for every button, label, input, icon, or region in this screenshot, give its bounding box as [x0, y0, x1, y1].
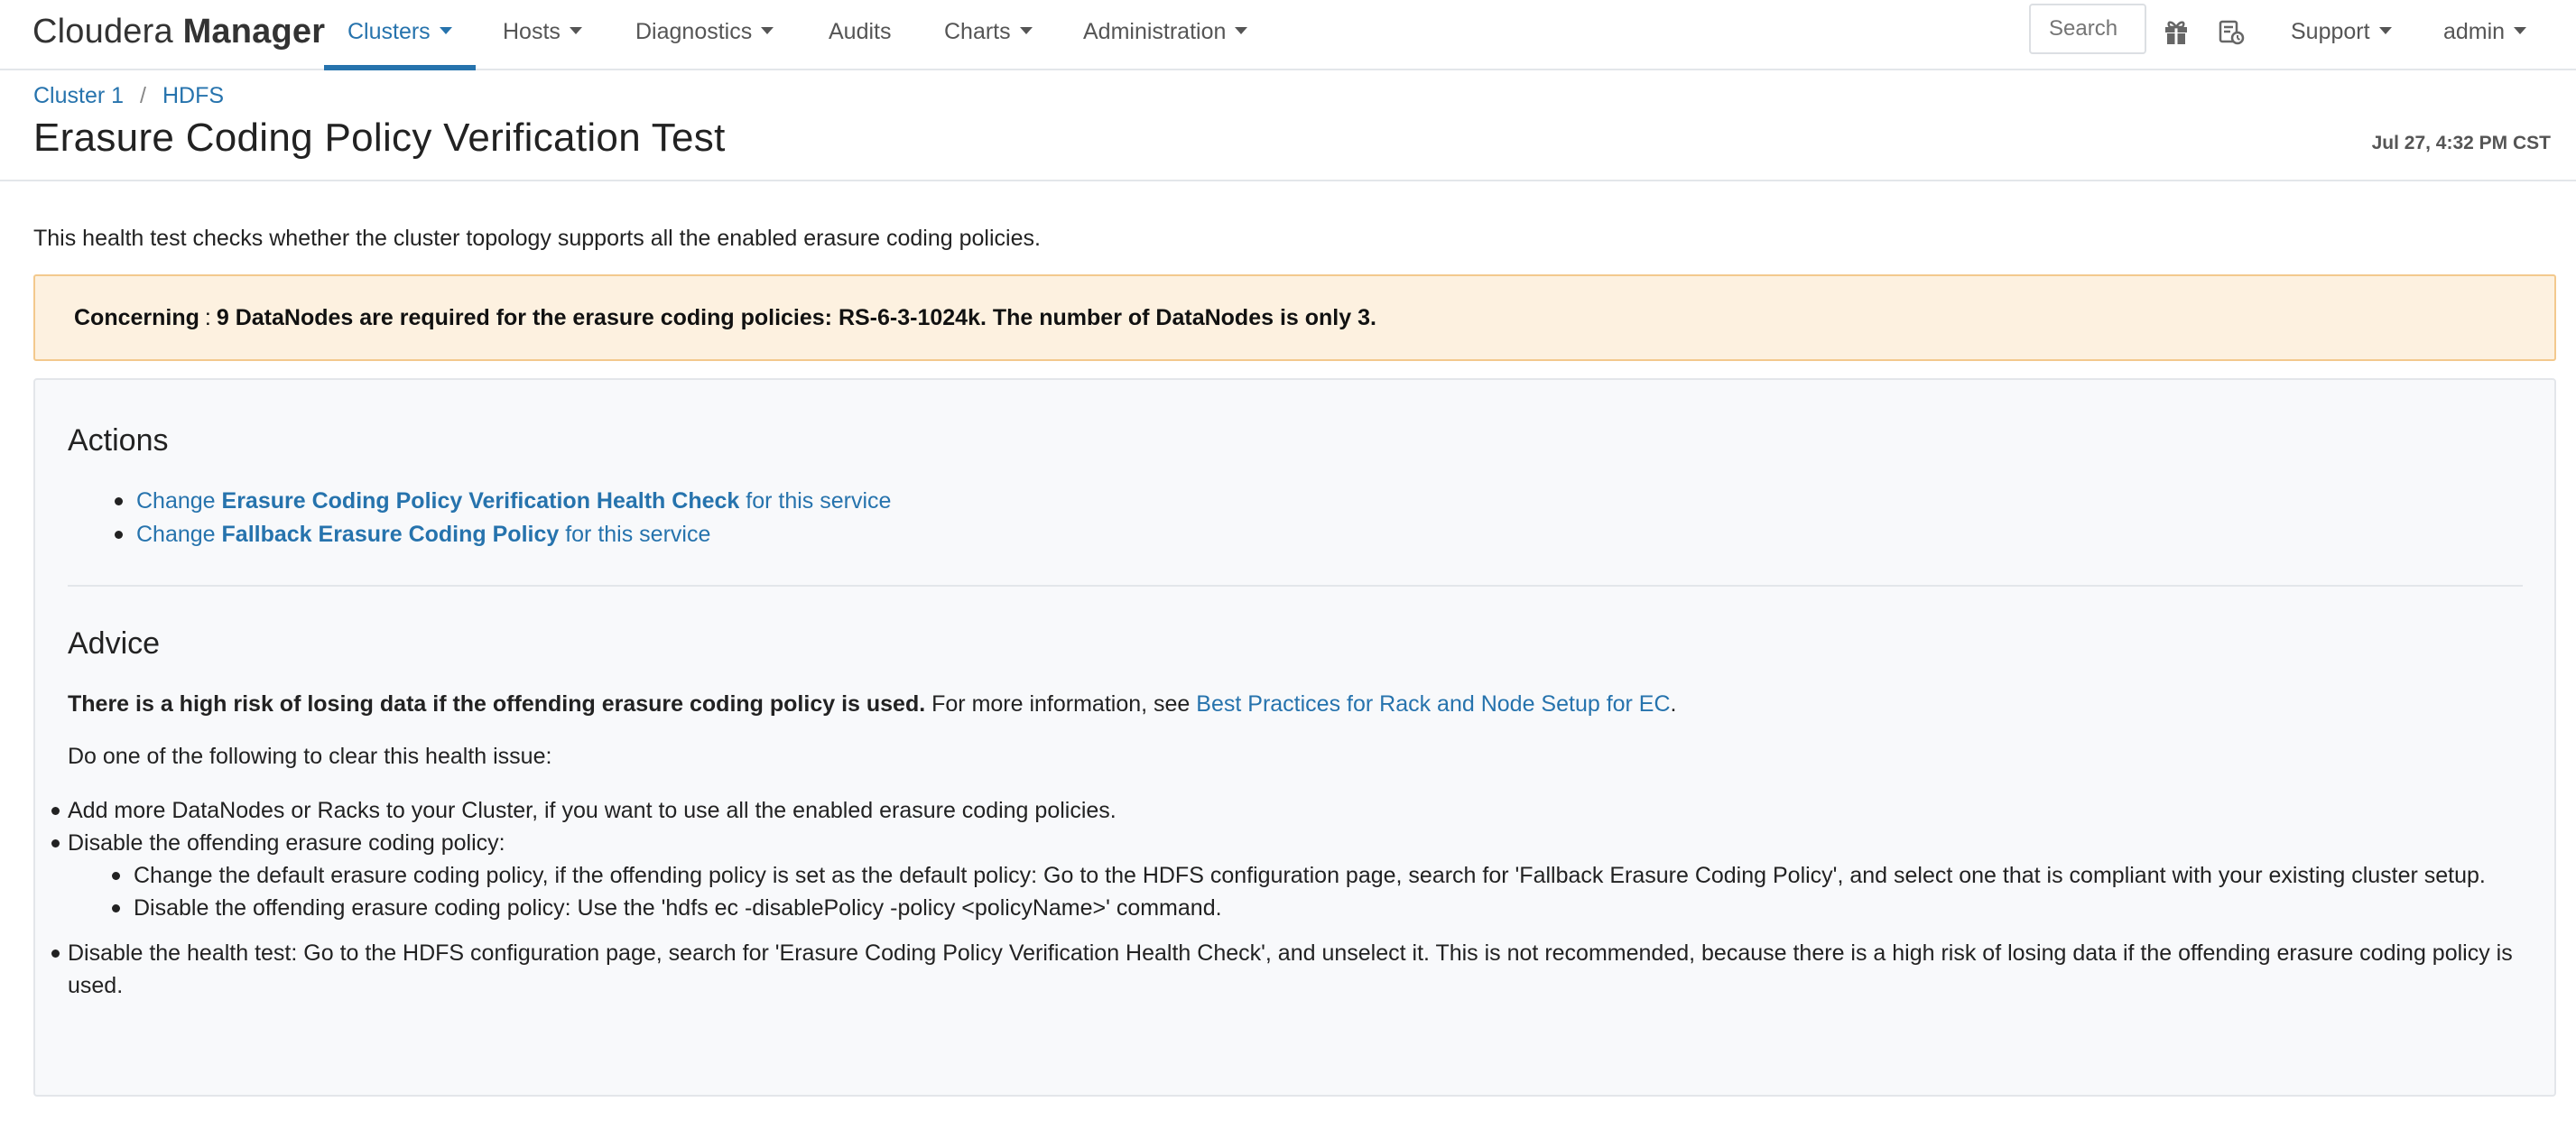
header-divider — [0, 180, 2576, 181]
caret-down-icon — [439, 27, 452, 35]
brand-light: Cloudera — [32, 13, 173, 51]
advice-period: . — [1670, 691, 1677, 717]
advice-subitem: Disable the offending erasure coding pol… — [112, 892, 2523, 924]
health-alert: Concerning:9 DataNodes are required for … — [33, 274, 2556, 361]
gift-icon[interactable] — [2161, 16, 2191, 47]
nav-support[interactable]: Support — [2291, 0, 2392, 69]
action-suffix: for this service — [739, 488, 892, 514]
advice-title: Advice — [68, 626, 161, 661]
action-prefix: Change — [136, 522, 222, 547]
advice-risk-paragraph: There is a high risk of losing data if t… — [68, 691, 1677, 718]
caret-down-icon — [2514, 27, 2527, 35]
action-bold: Fallback Erasure Coding Policy — [221, 522, 560, 547]
best-practices-link[interactable]: Best Practices for Rack and Node Setup f… — [1196, 691, 1670, 717]
action-item: Change Erasure Coding Policy Verificatio… — [114, 485, 891, 518]
nav-hosts[interactable]: Hosts — [503, 0, 582, 69]
nav-clusters[interactable]: Clusters — [324, 0, 476, 70]
nav-audits-label: Audits — [829, 19, 892, 44]
action-link-fallback-ec-policy[interactable]: Change Fallback Erasure Coding Policy fo… — [136, 522, 710, 547]
action-bold: Erasure Coding Policy Verification Healt… — [221, 488, 740, 514]
search-input[interactable] — [2029, 4, 2146, 54]
alert-message: 9 DataNodes are required for the erasure… — [216, 305, 1376, 330]
panel-divider — [68, 585, 2523, 587]
action-suffix: for this service — [559, 522, 711, 547]
action-prefix: Change — [136, 488, 222, 514]
nav-charts[interactable]: Charts — [944, 0, 1033, 69]
advice-item: Add more DataNodes or Racks to your Clus… — [51, 794, 2523, 827]
nav-user-menu[interactable]: admin — [2443, 0, 2527, 69]
nav-audits[interactable]: Audits — [829, 0, 891, 69]
breadcrumb-separator: / — [140, 83, 146, 108]
caret-down-icon — [1019, 27, 1033, 35]
advice-risk-bold: There is a high risk of losing data if t… — [68, 691, 926, 717]
advice-list: Add more DataNodes or Racks to your Clus… — [51, 794, 2523, 1002]
details-panel: Actions Change Erasure Coding Policy Ver… — [33, 378, 2556, 1097]
nav-clusters-label: Clusters — [347, 19, 431, 44]
brand-bold: Manager — [182, 13, 326, 51]
nav-hosts-label: Hosts — [503, 19, 561, 44]
nav-user-label: admin — [2443, 19, 2506, 44]
caret-down-icon — [1235, 27, 1248, 35]
timestamp[interactable]: Jul 27, 4:32 PM CST — [2372, 133, 2551, 154]
nav-charts-label: Charts — [944, 19, 1011, 44]
advice-intro: Do one of the following to clear this he… — [68, 744, 552, 769]
breadcrumb-cluster[interactable]: Cluster 1 — [33, 83, 124, 108]
nav-support-label: Support — [2291, 19, 2370, 44]
caret-down-icon — [2378, 27, 2392, 35]
action-link-ec-verification-check[interactable]: Change Erasure Coding Policy Verificatio… — [136, 488, 891, 514]
nav-diagnostics[interactable]: Diagnostics — [635, 0, 774, 69]
nav-administration-label: Administration — [1083, 19, 1227, 44]
commands-icon[interactable] — [2216, 16, 2247, 47]
advice-item-text: Disable the offending erasure coding pol… — [68, 830, 505, 856]
advice-item: Disable the offending erasure coding pol… — [51, 827, 2523, 924]
breadcrumb-service[interactable]: HDFS — [162, 83, 224, 108]
top-navbar: Cloudera Manager Clusters Hosts Diagnost… — [0, 0, 2576, 70]
caret-down-icon — [569, 27, 582, 35]
breadcrumb: Cluster 1 / HDFS — [33, 83, 224, 109]
alert-severity: Concerning — [74, 305, 199, 330]
advice-more-info: For more information, see — [925, 691, 1197, 717]
advice-sublist: Change the default erasure coding policy… — [68, 859, 2523, 924]
advice-item-text: Add more DataNodes or Racks to your Clus… — [68, 798, 1117, 823]
brand-logo[interactable]: Cloudera Manager — [32, 13, 325, 51]
test-description: This health test checks whether the clus… — [33, 226, 1041, 251]
nav-diagnostics-label: Diagnostics — [635, 19, 753, 44]
advice-item: Disable the health test: Go to the HDFS … — [51, 937, 2523, 1002]
advice-item-text: Disable the health test: Go to the HDFS … — [68, 940, 2513, 998]
nav-administration[interactable]: Administration — [1083, 0, 1248, 69]
caret-down-icon — [761, 27, 774, 35]
actions-title: Actions — [68, 423, 169, 458]
page-title: Erasure Coding Policy Verification Test — [33, 116, 726, 160]
advice-subitem: Change the default erasure coding policy… — [112, 859, 2523, 892]
actions-list: Change Erasure Coding Policy Verificatio… — [68, 485, 891, 551]
action-item: Change Fallback Erasure Coding Policy fo… — [114, 518, 891, 551]
alert-separator: : — [204, 305, 211, 330]
